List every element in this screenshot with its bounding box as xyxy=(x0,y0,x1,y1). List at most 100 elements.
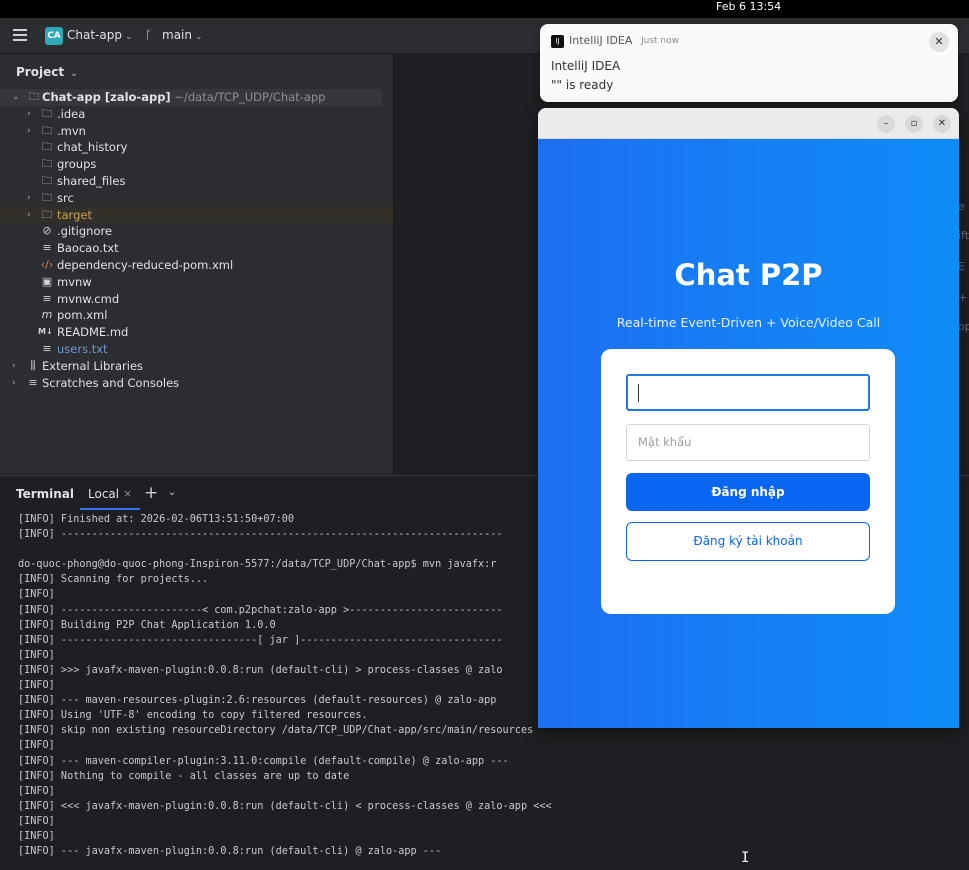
terminal-line: [INFO] --- maven-resources-plugin:2.6:re… xyxy=(18,695,497,707)
username-field[interactable] xyxy=(626,374,870,411)
scratches-icon: ≡ xyxy=(28,375,38,389)
edge-fragment: E xyxy=(958,260,965,273)
login-button[interactable]: Đăng nhập xyxy=(626,473,870,511)
project-tree: ⌄ 🗀 Chat-app [zalo-app] ~/data/TCP_UDP/C… xyxy=(0,89,393,391)
edge-fragment: ift xyxy=(958,229,969,242)
chevron-down-icon: ⌄ xyxy=(67,69,78,79)
project-selector[interactable]: Chat-app ⌄ xyxy=(67,28,133,42)
register-button[interactable]: Đăng ký tài khoản xyxy=(626,522,870,561)
excluded-folder-icon: 🗀 xyxy=(41,207,53,221)
tree-row-pom[interactable]: m pom.xml xyxy=(0,307,393,324)
chat-app-window: – ▫ ✕ Chat P2P Real-time Event-Driven + … xyxy=(538,108,959,728)
terminal-output[interactable]: [INFO] Finished at: 2026-02-06T13:51:50+… xyxy=(18,512,552,859)
notification-title: IntelliJ IDEA xyxy=(551,59,621,73)
branch-selector[interactable]: main ⌄ xyxy=(162,28,203,42)
chevron-right-icon[interactable]: › xyxy=(27,123,31,140)
tree-row-src[interactable]: › 🗀 src xyxy=(0,190,393,207)
chevron-down-icon[interactable]: ⌄ xyxy=(168,487,176,498)
notification-popup[interactable]: IJ IntelliJ IDEA Just now ✕ IntelliJ IDE… xyxy=(540,24,958,102)
tree-row-scratches[interactable]: › ≡ Scratches and Consoles xyxy=(0,375,393,392)
folder-icon: 🗀 xyxy=(41,140,53,154)
tree-row-external-libraries[interactable]: › ⫼ External Libraries xyxy=(0,358,393,375)
tree-row-users[interactable]: ≡ users.txt xyxy=(0,341,393,358)
terminal-line: [INFO] xyxy=(18,680,55,692)
password-placeholder: Mật khẩu xyxy=(638,435,692,449)
system-top-bar: Feb 6 13:54 xyxy=(0,0,969,18)
maximize-icon[interactable]: ▫ xyxy=(905,115,923,133)
tree-row-chat-history[interactable]: 🗀 chat_history xyxy=(0,139,393,156)
terminal-line: [INFO] Using 'UTF-8' encoding to copy fi… xyxy=(18,710,368,722)
terminal-line: [INFO] xyxy=(18,740,55,752)
terminal-title: Terminal xyxy=(16,487,75,501)
mouse-ibeam-cursor-icon: I xyxy=(741,850,750,866)
intellij-app-icon: IJ xyxy=(551,35,564,48)
markdown-file-icon: M↓ xyxy=(38,327,53,337)
main-menu-icon[interactable] xyxy=(13,29,27,41)
chevron-right-icon[interactable]: › xyxy=(27,207,31,224)
tree-row-root[interactable]: ⌄ 🗀 Chat-app [zalo-app] ~/data/TCP_UDP/C… xyxy=(0,89,382,106)
edge-fragment: + xyxy=(958,291,968,304)
terminal-line: [INFO] xyxy=(18,830,55,842)
terminal-line: [INFO] Building P2P Chat Application 1.0… xyxy=(18,619,276,631)
terminal-tab-local[interactable]: Local xyxy=(88,487,119,501)
window-titlebar[interactable]: – ▫ ✕ xyxy=(538,108,959,139)
chevron-down-icon[interactable]: ⌄ xyxy=(12,89,20,106)
terminal-line: [INFO] xyxy=(18,785,55,797)
terminal-line: [INFO] <<< javafx-maven-plugin:0.0.8:run… xyxy=(18,800,552,812)
terminal-line: [INFO] --- javafx-maven-plugin:0.0.8:run… xyxy=(18,846,442,858)
git-branch-icon: ᚴ xyxy=(145,28,153,42)
branch-name: main xyxy=(162,28,192,42)
login-card: Mật khẩu Đăng nhập Đăng ký tài khoản xyxy=(601,349,895,614)
chevron-right-icon[interactable]: › xyxy=(27,190,31,207)
tree-row-gitignore[interactable]: ⊘ .gitignore xyxy=(0,223,393,240)
tree-row-mvnw[interactable]: ▣ mvnw xyxy=(0,274,393,291)
folder-icon: 🗀 xyxy=(41,106,53,120)
notification-time: Just now xyxy=(641,36,680,46)
chevron-down-icon: ⌄ xyxy=(124,32,133,42)
tree-row-dependency-pom[interactable]: ‹/› dependency-reduced-pom.xml xyxy=(0,257,393,274)
notification-app-name: IntelliJ IDEA xyxy=(569,34,633,47)
terminal-line: [INFO] xyxy=(18,815,55,827)
close-icon[interactable]: ✕ xyxy=(933,115,951,133)
tree-row-mvn[interactable]: › 🗀 .mvn xyxy=(0,123,393,140)
tree-row-shared-files[interactable]: 🗀 shared_files xyxy=(0,173,393,190)
tree-row-readme[interactable]: M↓ README.md xyxy=(0,324,393,341)
edge-fragment: op xyxy=(958,320,969,333)
chevron-right-icon[interactable]: › xyxy=(12,375,16,392)
root-label: Chat-app [zalo-app] xyxy=(42,90,171,104)
close-icon[interactable]: × xyxy=(123,487,132,500)
clock[interactable]: Feb 6 13:54 xyxy=(716,0,781,14)
project-panel-title[interactable]: Project ⌄ xyxy=(16,65,78,79)
project-tool-window: Project ⌄ ⌄ 🗀 Chat-app [zalo-app] ~/data… xyxy=(0,54,393,474)
project-name: Chat-app xyxy=(67,28,122,42)
folder-icon: 🗀 xyxy=(41,157,53,171)
app-subtitle: Real-time Event-Driven + Voice/Video Cal… xyxy=(616,315,881,330)
chevron-right-icon[interactable]: › xyxy=(12,358,16,375)
terminal-line: [INFO] >>> javafx-maven-plugin:0.0.8:run… xyxy=(18,664,503,676)
folder-icon: 🗀 xyxy=(41,173,53,187)
tree-row-idea[interactable]: › 🗀 .idea xyxy=(0,106,393,123)
terminal-line: [INFO] xyxy=(18,649,55,661)
text-file-icon: ≡ xyxy=(42,291,52,305)
terminal-line: [INFO] xyxy=(18,589,55,601)
tree-row-mvnw-cmd[interactable]: ≡ mvnw.cmd xyxy=(0,291,393,308)
close-icon[interactable]: ✕ xyxy=(929,32,949,52)
password-field[interactable]: Mật khẩu xyxy=(626,424,870,461)
tree-row-baocao[interactable]: ≡ Baocao.txt xyxy=(0,240,393,257)
minimize-icon[interactable]: – xyxy=(877,115,895,133)
library-icon: ⫼ xyxy=(30,358,36,372)
notification-body: "" is ready xyxy=(551,78,614,92)
tree-row-target[interactable]: › 🗀 target xyxy=(0,206,393,224)
login-screen: Chat P2P Real-time Event-Driven + Voice/… xyxy=(538,139,959,728)
edge-fragment: e xyxy=(958,200,965,213)
terminal-line: [INFO] ---------------------------------… xyxy=(18,529,503,541)
folder-icon: 🗀 xyxy=(28,90,40,103)
text-file-icon: ≡ xyxy=(42,341,52,355)
tree-row-groups[interactable]: 🗀 groups xyxy=(0,156,393,173)
project-badge[interactable]: CA xyxy=(45,27,63,45)
text-caret xyxy=(638,384,639,402)
active-tab-indicator xyxy=(80,508,140,510)
add-tab-icon[interactable]: + xyxy=(144,483,158,503)
chevron-right-icon[interactable]: › xyxy=(27,106,31,123)
